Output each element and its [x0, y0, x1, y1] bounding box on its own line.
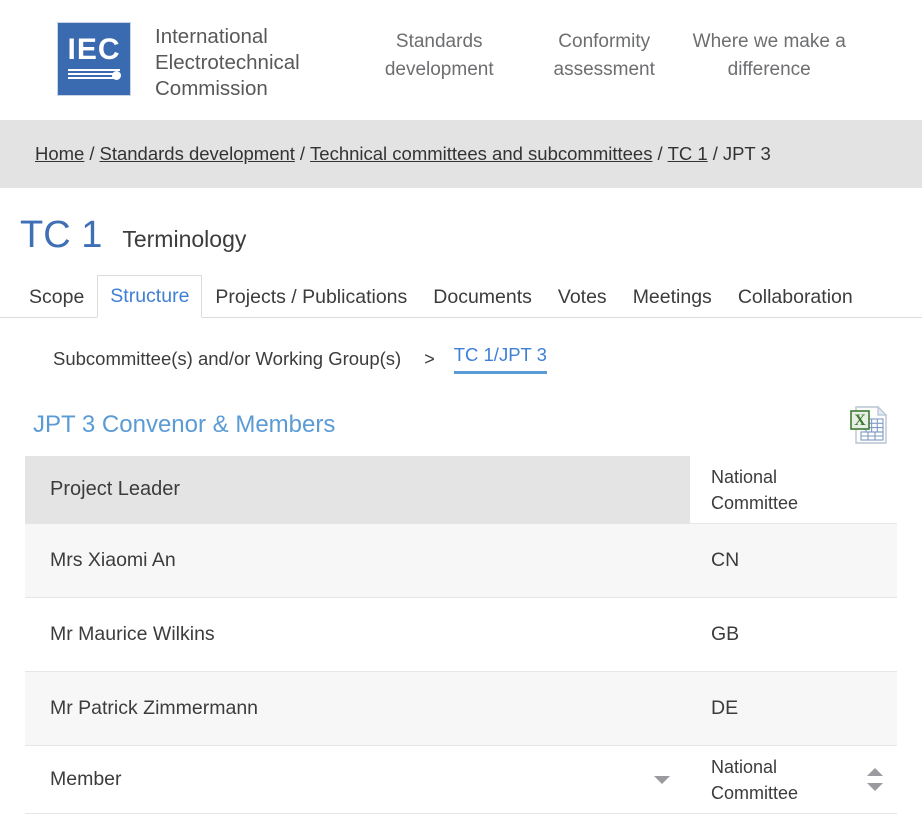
sort-descending-icon[interactable] [654, 775, 670, 784]
tab-projects-publications[interactable]: Projects / Publications [202, 276, 420, 318]
tab-scope[interactable]: Scope [16, 276, 97, 318]
table-cell-committee: DE [690, 672, 897, 745]
page-title: TC 1 Terminology [0, 188, 922, 255]
breadcrumb-current-jpt-3: JPT 3 [722, 143, 771, 164]
iec-logo-letters: IEC [67, 33, 121, 66]
brand[interactable]: IEC International Electrotechnical Commi… [0, 0, 300, 102]
table-header-national-committee: National Committee [690, 456, 897, 523]
brand-name: International Electrotechnical Commissio… [155, 25, 300, 100]
breadcrumb-separator: / [712, 143, 718, 164]
subnav-item-tc1-jpt3[interactable]: TC 1/JPT 3 [453, 344, 547, 374]
table-cell-name: Mr Maurice Wilkins [25, 598, 690, 671]
table-cell-committee: CN [690, 524, 897, 597]
breadcrumb-separator: / [299, 143, 306, 164]
subnav: Subcommittee(s) and/or Working Group(s) … [0, 342, 922, 376]
nav-item-standards-development[interactable]: Standards development [362, 28, 517, 84]
breadcrumb-separator: / [89, 143, 95, 164]
iec-logo-dot-icon [112, 71, 121, 80]
section-header: JPT 3 Convenor & Members X [0, 402, 922, 448]
members-table: Project Leader National Committee Mrs Xi… [25, 456, 897, 814]
tab-collaboration[interactable]: Collaboration [725, 276, 866, 318]
section-title: JPT 3 Convenor & Members [33, 411, 336, 438]
table-cell-committee: GB [690, 598, 897, 671]
table-header-project-leader: Project Leader National Committee [25, 456, 897, 524]
table-cell-name: Mr Patrick Zimmermann [25, 672, 690, 745]
tab-votes[interactable]: Votes [545, 276, 620, 318]
table-row[interactable]: Mrs Xiaomi An CN [25, 524, 897, 598]
breadcrumb-link-standards-development[interactable]: Standards development [100, 143, 295, 164]
subnav-separator-icon: > [424, 348, 435, 369]
page-title-code: TC 1 [20, 214, 103, 256]
nav-item-conformity-assessment[interactable]: Conformity assessment [527, 28, 682, 84]
table-row[interactable]: Mr Patrick Zimmermann DE [25, 672, 897, 746]
sort-ascending-icon[interactable] [867, 768, 883, 776]
breadcrumb-separator: / [657, 143, 663, 164]
tab-meetings[interactable]: Meetings [620, 276, 725, 318]
sort-toggle[interactable] [867, 768, 883, 791]
table-row[interactable]: Mr Maurice Wilkins GB [25, 598, 897, 672]
table-header-member-committee-label: National Committee [711, 756, 799, 803]
main-navigation: Standards development Conformity assessm… [362, 0, 847, 84]
table-header-member-label: Member [50, 768, 122, 790]
table-header-role: Project Leader [25, 456, 690, 523]
breadcrumb-link-tc-1[interactable]: TC 1 [668, 143, 708, 164]
tab-bar: Scope Structure Projects / Publications … [0, 275, 922, 318]
page-title-name: Terminology [122, 226, 247, 252]
table-cell-name: Mrs Xiaomi An [25, 524, 690, 597]
nav-item-where-we-make-a-difference[interactable]: Where we make a difference [692, 28, 847, 84]
table-header-member: Member National Committee [25, 746, 897, 814]
breadcrumb: Home / Standards development / Technical com… [35, 143, 771, 165]
tab-documents[interactable]: Documents [420, 276, 545, 318]
breadcrumb-link-technical-committees[interactable]: Technical committees and subcommittees [310, 143, 652, 164]
table-header-member-committee: National Committee [690, 746, 897, 813]
tab-structure[interactable]: Structure [97, 275, 203, 318]
subnav-label: Subcommittee(s) and/or Working Group(s) [53, 348, 402, 369]
excel-export-icon[interactable]: X [847, 403, 891, 447]
table-header-member-role: Member [25, 746, 690, 813]
svg-text:X: X [854, 412, 866, 429]
breadcrumb-bar: Home / Standards development / Technical com… [0, 120, 922, 188]
iec-logo-icon: IEC [57, 22, 131, 96]
sort-descending-icon[interactable] [867, 783, 883, 791]
site-header: IEC International Electrotechnical Commi… [0, 0, 922, 120]
breadcrumb-link-home[interactable]: Home [35, 143, 84, 164]
